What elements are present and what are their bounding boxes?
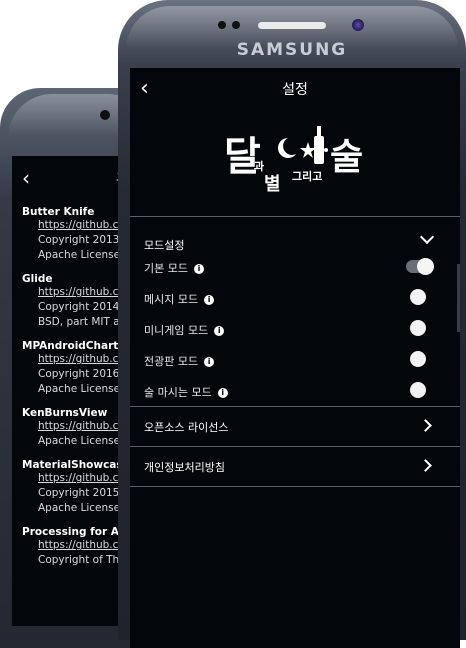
info-icon[interactable]: i <box>214 326 225 336</box>
opensource-license-row[interactable]: 오픈소스 라이선스 <box>144 413 434 439</box>
mode-toggle[interactable] <box>410 289 426 305</box>
mode-row-basic[interactable]: 기본 모드 i <box>144 256 434 278</box>
mode-toggle[interactable] <box>410 320 426 336</box>
mode-row-minigame[interactable]: 미니게임 모드 i <box>144 318 434 340</box>
back-arrow-icon[interactable]: ‹ <box>22 166 30 190</box>
divider <box>130 486 460 487</box>
front-camera-icon <box>100 110 110 120</box>
chevron-right-icon <box>419 459 432 472</box>
bottle-icon <box>314 126 324 164</box>
light-sensor-icon <box>232 21 240 29</box>
mode-row-message[interactable]: 메시지 모드 i <box>144 287 434 309</box>
mode-row-billboard[interactable]: 전광판 모드 i <box>144 349 434 371</box>
mode-section-label: 모드설정 <box>144 239 185 252</box>
logo-star-text: 별 <box>264 174 281 195</box>
divider <box>130 406 460 407</box>
info-icon[interactable]: i <box>204 295 215 305</box>
mode-label: 미니게임 모드 <box>144 324 209 337</box>
mode-label: 기본 모드 <box>144 262 188 275</box>
settings-screen: ‹ 설정 달 과 별 그리고 술 모드설정 기본 모드 i 메시지 모드 i 미… <box>130 68 460 648</box>
mode-row-drinking[interactable]: 술 마시는 모드 i <box>144 380 434 402</box>
logo-liquor-text: 술 <box>330 137 364 178</box>
speaker-grille <box>258 22 326 29</box>
logo-sub-and: 과 <box>254 160 265 173</box>
mode-toggle[interactable] <box>410 351 426 367</box>
app-logo: 달 과 별 그리고 술 <box>130 110 460 214</box>
mode-label: 메시지 모드 <box>144 293 199 306</box>
chevron-right-icon <box>419 419 432 432</box>
divider <box>130 216 460 217</box>
proximity-sensor-icon <box>218 21 226 29</box>
info-icon[interactable]: i <box>204 357 215 367</box>
privacy-policy-label: 개인정보처리방침 <box>144 461 225 474</box>
opensource-license-label: 오픈소스 라이선스 <box>144 421 229 434</box>
device-brand: SAMSUNG <box>236 40 348 60</box>
mode-section-header[interactable]: 모드설정 <box>144 229 435 254</box>
mode-label: 전광판 모드 <box>144 355 199 368</box>
mode-toggle[interactable] <box>410 382 426 398</box>
chevron-down-icon <box>419 229 435 245</box>
front-phone: SAMSUNG ‹ 설정 달 과 별 그리고 술 모드설정 기본 모드 i 메시… <box>118 0 466 648</box>
page-title: 설정 <box>282 82 308 98</box>
info-icon[interactable]: i <box>217 388 228 398</box>
logo-sub-and-more: 그리고 <box>292 170 323 183</box>
scrollbar[interactable] <box>457 264 460 332</box>
divider <box>130 446 460 447</box>
info-icon[interactable]: i <box>193 264 204 274</box>
app-header: ‹ 설정 <box>130 68 460 110</box>
mode-toggle[interactable] <box>406 258 434 275</box>
privacy-policy-row[interactable]: 개인정보처리방침 <box>144 453 434 479</box>
mode-label: 술 마시는 모드 <box>144 386 212 399</box>
front-camera-icon <box>352 19 364 31</box>
